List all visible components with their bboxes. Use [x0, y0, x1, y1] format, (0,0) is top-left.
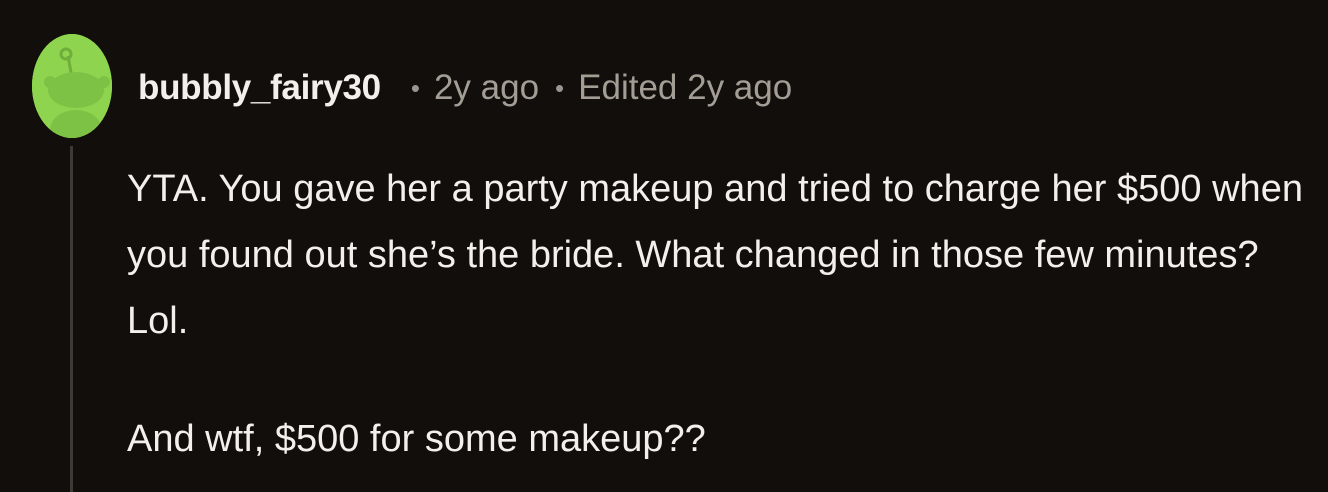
snoo-avatar-icon[interactable]	[32, 34, 112, 138]
separator-dot: •	[410, 72, 420, 103]
separator-dot: •	[555, 72, 565, 103]
thread-line[interactable]	[70, 146, 73, 492]
comment-paragraph: And wtf, $500 for some makeup??	[127, 418, 706, 460]
timestamp[interactable]: 2y ago	[434, 68, 539, 108]
comment-paragraph: YTA. You gave her a party makeup and tri…	[127, 168, 1303, 342]
username-link[interactable]: bubbly_fairy30	[138, 68, 381, 108]
comment-meta: bubbly_fairy30 • 2y ago • Edited 2y ago	[138, 66, 792, 110]
edited-label: Edited 2y ago	[578, 68, 793, 107]
comment-body: YTA. You gave her a party makeup and tri…	[127, 156, 1317, 472]
comment: bubbly_fairy30 • 2y ago • Edited 2y ago …	[0, 0, 1328, 492]
